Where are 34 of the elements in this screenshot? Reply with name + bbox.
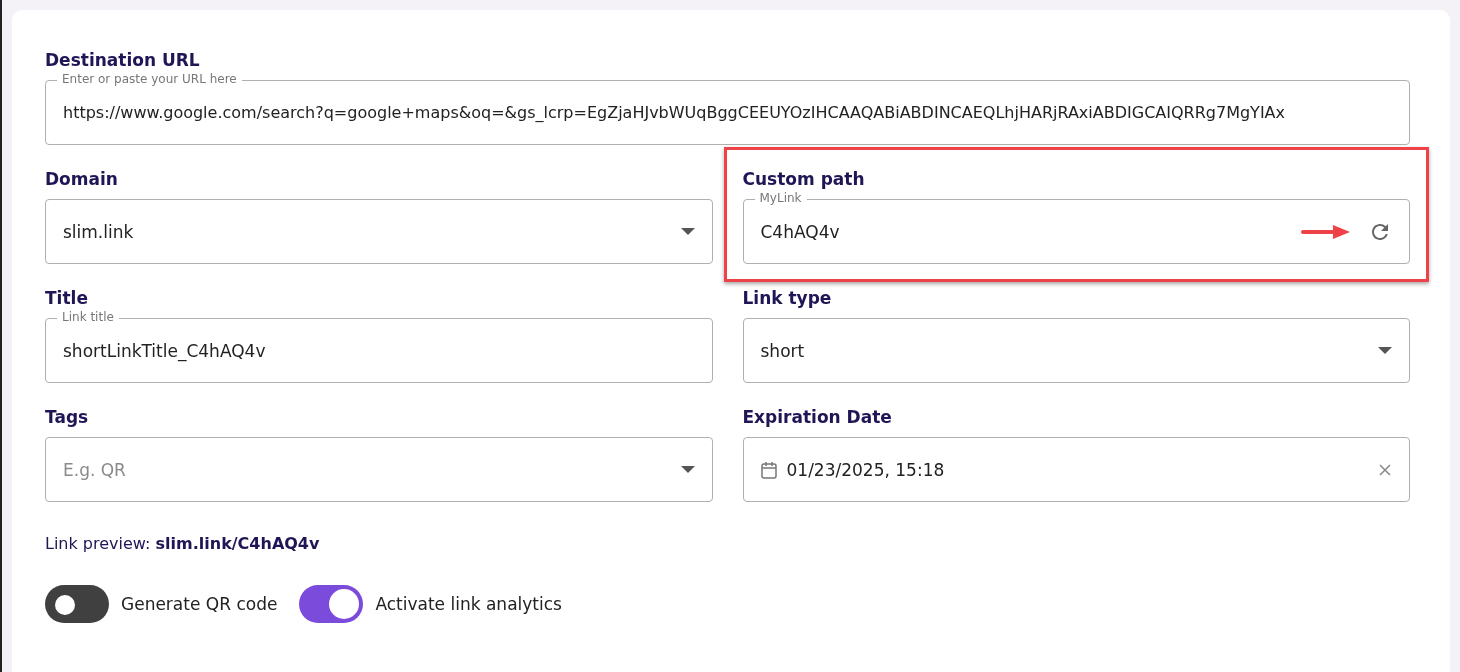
field-floating-label: Enter or paste your URL here — [57, 72, 242, 86]
field-label: Destination URL — [45, 50, 201, 70]
toggle-switch[interactable] — [45, 585, 109, 623]
arrow-icon — [1300, 223, 1352, 240]
calendar-icon — [760, 460, 777, 479]
input-field[interactable]: MyLink C4hAQ4v — [742, 191, 1410, 264]
field-value: slim.link — [63, 221, 135, 242]
dropdown-caret-icon[interactable] — [1378, 346, 1392, 355]
field-label: Custom path — [742, 169, 866, 189]
toggle-label: Generate QR code — [121, 594, 278, 614]
field-value: shortLinkTitle_C4hAQ4v — [63, 340, 267, 361]
field-floating-label: MyLink — [754, 191, 807, 205]
field-value: https://www.google.com/search?q=google+maps&oq=&gs_lcrp=EgZjaHJvbWUqBggCEEUYOzIHCAAQABiABDINCAEQLhjHARjRAxiABDIGCAIQRRg7MgYIAx — [63, 103, 1286, 122]
field-label: Expiration Date — [742, 407, 893, 427]
select-field[interactable]: short — [742, 310, 1410, 383]
select-field[interactable]: slim.link — [45, 191, 713, 264]
input-field[interactable]: Enter or paste your URL here https://www.google.com/search?q=google+maps&oq=&gs_lcrp=EgZjaHJvbWUqBggCEEUYOzIHCAAQABiABDINCAEQLhjHARjRAxiABDIGCAIQRRg7MgYIAx — [45, 72, 1410, 145]
field-label: Domain — [45, 169, 119, 189]
field-label: Link type — [742, 288, 833, 308]
input-field[interactable]: Link title shortLinkTitle_C4hAQ4v — [45, 310, 713, 383]
link-preview-text: Link preview: slim.link/C4hAQ4v — [45, 534, 321, 553]
field-placeholder: E.g. QR — [63, 459, 127, 480]
field-label: Title — [45, 288, 89, 308]
dropdown-caret-icon[interactable] — [680, 465, 695, 474]
toggle-switch[interactable] — [299, 585, 364, 623]
clear-button[interactable] — [1378, 462, 1392, 477]
field-label: Tags — [45, 407, 90, 427]
field-value: C4hAQ4v — [760, 221, 841, 242]
field-value: 01/23/2025, 15:18 — [786, 459, 946, 480]
field-floating-label: Link title — [57, 310, 119, 324]
date-field[interactable]: 01/23/2025, 15:18 — [742, 429, 1410, 502]
dropdown-caret-icon[interactable] — [680, 227, 695, 236]
field-value: short — [760, 340, 806, 361]
toggle-label: Activate link analytics — [375, 594, 562, 614]
